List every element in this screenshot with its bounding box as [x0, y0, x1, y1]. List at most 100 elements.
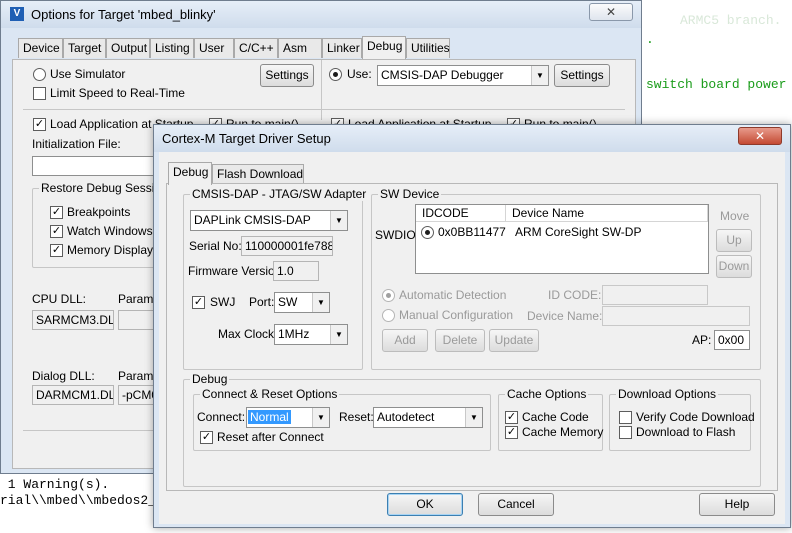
build-output-line: 1 Warning(s). [0, 477, 110, 492]
restore-session-title: Restore Debug Session [39, 181, 170, 195]
memory-display-checkbox[interactable]: ✓ [50, 244, 63, 257]
debugger-select[interactable]: CMSIS-DAP Debugger ▼ [377, 65, 549, 86]
tab-output[interactable]: Output [106, 38, 150, 58]
tab-debug[interactable]: Debug [362, 36, 406, 59]
dialog-dll-label: Dialog DLL: [32, 369, 95, 383]
device-name-label: Device Name: [527, 309, 603, 323]
cortex-debug-panel: CMSIS-DAP - JTAG/SW Adapter DAPLink CMSI… [166, 183, 778, 491]
use-simulator-radio[interactable] [33, 68, 46, 81]
reset-after-connect-checkbox[interactable]: ✓ [200, 431, 213, 444]
separator [23, 109, 625, 110]
serial-field[interactable]: 110000001fe788a [241, 236, 333, 256]
use-simulator-label: Use Simulator [50, 67, 126, 81]
tab-device[interactable]: Device [18, 38, 63, 58]
adapter-select[interactable]: DAPLink CMSIS-DAP ▼ [190, 210, 348, 231]
tab-linker[interactable]: Linker [322, 38, 362, 58]
delete-button[interactable]: Delete [435, 329, 485, 352]
simulator-settings-button[interactable]: Settings [260, 64, 314, 87]
cache-options-group-title: Cache Options [505, 387, 589, 401]
connect-reset-group-title: Connect & Reset Options [200, 387, 340, 401]
close-icon[interactable]: ✕ [738, 127, 782, 145]
cpu-dll-label: CPU DLL: [32, 292, 87, 306]
verify-code-checkbox[interactable] [619, 411, 632, 424]
sw-device-group-title: SW Device [378, 187, 442, 201]
cortex-tab-bar: Debug Flash Download [168, 162, 368, 185]
device-select-radio[interactable] [421, 226, 434, 239]
watch-windows-checkbox[interactable]: ✓ [50, 225, 63, 238]
id-code-input[interactable] [602, 285, 708, 305]
cache-memory-checkbox[interactable]: ✓ [505, 426, 518, 439]
swdio-label: SWDIO [375, 228, 416, 242]
chevron-down-icon: ▼ [312, 408, 329, 427]
device-name-input[interactable] [602, 306, 750, 326]
code-line: . [646, 32, 654, 47]
dialog-dll-field[interactable]: DARMCM1.DLL [32, 385, 114, 405]
connect-value: Normal [248, 410, 291, 424]
tab-debug[interactable]: Debug [168, 162, 212, 185]
tab-target[interactable]: Target [63, 38, 106, 58]
cpu-dll-field[interactable]: SARMCM3.DLL [32, 310, 114, 330]
chevron-down-icon: ▼ [312, 293, 329, 312]
use-debugger-radio[interactable] [329, 68, 342, 81]
reset-value: Autodetect [377, 410, 435, 424]
close-icon[interactable]: ✕ [589, 3, 633, 21]
cortex-titlebar: Cortex-M Target Driver Setup ✕ [154, 125, 790, 152]
help-button[interactable]: Help [699, 493, 775, 516]
id-code-label: ID CODE: [548, 288, 602, 302]
swj-checkbox[interactable]: ✓ [192, 296, 205, 309]
tab-flash-download[interactable]: Flash Download [212, 164, 304, 184]
cancel-button[interactable]: Cancel [478, 493, 554, 516]
automatic-detection-radio[interactable] [382, 289, 395, 302]
move-label: Move [720, 209, 750, 223]
add-button[interactable]: Add [382, 329, 428, 352]
port-value: SW [278, 295, 298, 309]
ok-button[interactable]: OK [387, 493, 463, 516]
download-to-flash-label: Download to Flash [636, 425, 736, 439]
adapter-group-title: CMSIS-DAP - JTAG/SW Adapter [190, 187, 369, 201]
code-line: switch board power [646, 77, 787, 92]
ap-input[interactable]: 0x00 [714, 330, 750, 350]
debugger-settings-button[interactable]: Settings [554, 64, 610, 87]
manual-configuration-radio[interactable] [382, 309, 395, 322]
watch-windows-label: Watch Windows & [67, 224, 164, 238]
max-clock-value: 1MHz [278, 327, 310, 341]
limit-speed-checkbox[interactable] [33, 87, 46, 100]
reset-select[interactable]: Autodetect ▼ [373, 407, 483, 428]
move-down-button[interactable]: Down [716, 255, 752, 278]
firmware-field[interactable]: 1.0 [273, 261, 319, 281]
cortex-body: Debug Flash Download CMSIS-DAP - JTAG/SW… [159, 152, 785, 524]
row-device-name: ARM CoreSight SW-DP [515, 225, 642, 239]
adapter-value: DAPLink CMSIS-DAP [194, 213, 311, 227]
cache-code-checkbox[interactable]: ✓ [505, 411, 518, 424]
tab-utilities[interactable]: Utilities [406, 38, 450, 58]
column-header-idcode[interactable]: IDCODE [416, 205, 506, 222]
table-row[interactable]: 0x0BB11477 ARM CoreSight SW-DP [416, 223, 708, 241]
tab-user[interactable]: User [194, 38, 234, 58]
tab-listing[interactable]: Listing [150, 38, 194, 58]
move-up-button[interactable]: Up [716, 229, 752, 252]
tab-c-cpp[interactable]: C/C++ [234, 38, 278, 58]
row-idcode: 0x0BB11477 [438, 225, 506, 239]
cortex-title: Cortex-M Target Driver Setup [162, 131, 331, 146]
init-file-label: Initialization File: [32, 137, 121, 151]
max-clock-select[interactable]: 1MHz ▼ [274, 324, 348, 345]
ap-label: AP: [692, 333, 712, 347]
breakpoints-label: Breakpoints [67, 205, 131, 219]
connect-select[interactable]: Normal ▼ [246, 407, 330, 428]
init-file-input[interactable] [32, 156, 172, 176]
cache-code-label: Cache Code [522, 410, 589, 424]
load-application-checkbox[interactable]: ✓ [33, 118, 46, 131]
cache-memory-label: Cache Memory [522, 425, 604, 439]
options-titlebar: V Options for Target 'mbed_blinky' ✕ [1, 1, 641, 28]
use-label: Use: [347, 67, 372, 81]
debugger-value: CMSIS-DAP Debugger [381, 68, 504, 82]
breakpoints-checkbox[interactable]: ✓ [50, 206, 63, 219]
update-button[interactable]: Update [489, 329, 539, 352]
cortex-m-setup-dialog: Cortex-M Target Driver Setup ✕ Debug Fla… [153, 124, 791, 528]
tab-asm[interactable]: Asm [278, 38, 322, 58]
column-header-device-name[interactable]: Device Name [506, 205, 708, 222]
port-select[interactable]: SW ▼ [274, 292, 330, 313]
download-to-flash-checkbox[interactable] [619, 426, 632, 439]
limit-speed-label: Limit Speed to Real-Time [50, 86, 185, 100]
sw-device-table[interactable]: IDCODE Device Name 0x0BB11477 ARM CoreSi… [415, 204, 709, 274]
